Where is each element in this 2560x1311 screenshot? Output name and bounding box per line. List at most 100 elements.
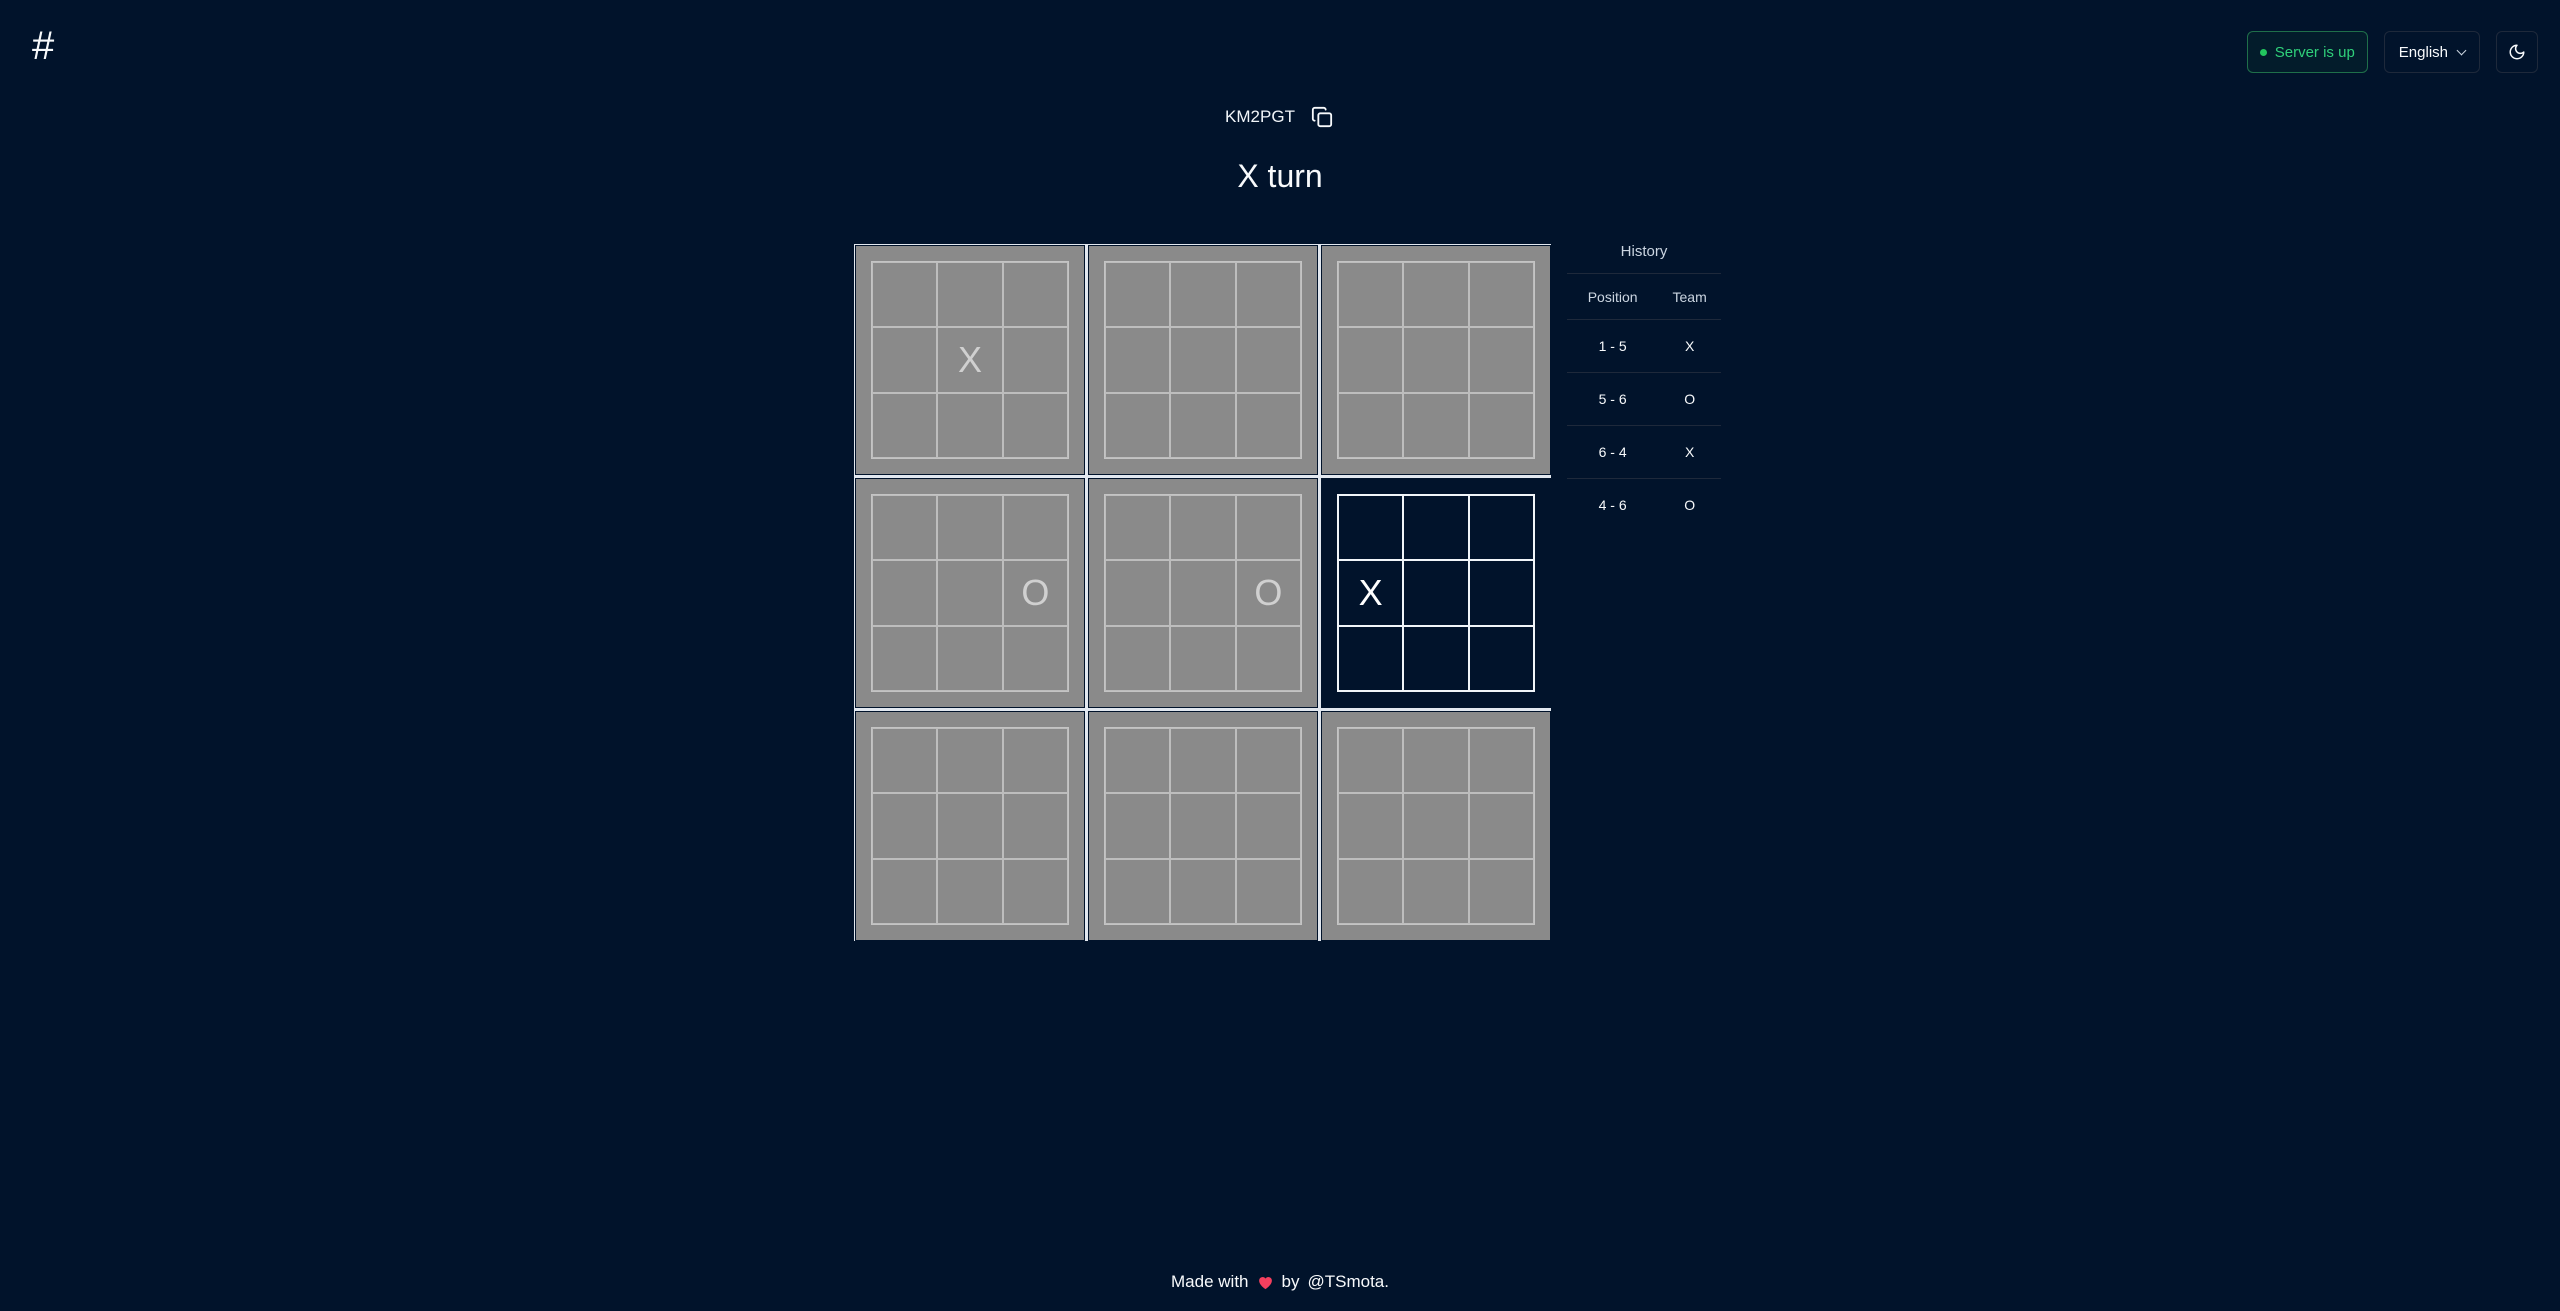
board-5-cell-2[interactable]: [1170, 495, 1236, 561]
board-4-cell-3[interactable]: [1002, 495, 1068, 561]
board-9-cell-4[interactable]: [1338, 793, 1404, 859]
history-caption: History: [1620, 243, 1668, 260]
board-7-cell-1[interactable]: [872, 728, 938, 794]
server-status-badge: Server is up: [2246, 31, 2368, 73]
small-grid: [1104, 261, 1302, 459]
board-7-cell-5[interactable]: [937, 793, 1003, 859]
board-3-cell-4[interactable]: [1338, 327, 1404, 393]
board-1-cell-4[interactable]: [872, 327, 938, 393]
board-2-cell-3[interactable]: [1235, 262, 1301, 328]
board-5-cell-9[interactable]: [1235, 625, 1301, 691]
board-1-cell-1[interactable]: [872, 262, 938, 328]
language-select[interactable]: English: [2383, 31, 2480, 73]
small-grid: [1337, 261, 1535, 459]
board-2-cell-4[interactable]: [1105, 327, 1171, 393]
board-6-cell-6[interactable]: [1468, 560, 1534, 626]
board-2-cell-9[interactable]: [1235, 392, 1301, 458]
small-grid: X: [871, 261, 1069, 459]
board-6-cell-5[interactable]: [1403, 560, 1469, 626]
board-6-cell-3[interactable]: [1468, 495, 1534, 561]
board-5-cell-6[interactable]: O: [1235, 560, 1301, 626]
board-5-cell-1[interactable]: [1105, 495, 1171, 561]
chevron-down-icon: [2456, 45, 2467, 55]
board-6-cell-7[interactable]: [1338, 625, 1404, 691]
board-3-cell-1[interactable]: [1338, 262, 1404, 328]
board-9-cell-8[interactable]: [1403, 858, 1469, 924]
board-3-cell-9[interactable]: [1468, 392, 1534, 458]
board-7-cell-6[interactable]: [1002, 793, 1068, 859]
board-2-cell-5[interactable]: [1170, 327, 1236, 393]
board-4-cell-2[interactable]: [937, 495, 1003, 561]
board-6-cell-8[interactable]: [1403, 625, 1469, 691]
board-3-cell-5[interactable]: [1403, 327, 1469, 393]
board-4-cell-1[interactable]: [872, 495, 938, 561]
board-7-cell-7[interactable]: [872, 858, 938, 924]
board-6-cell-1[interactable]: [1338, 495, 1404, 561]
board-4-cell-7[interactable]: [872, 625, 938, 691]
board-3-cell-2[interactable]: [1403, 262, 1469, 328]
board-5-cell-5[interactable]: [1170, 560, 1236, 626]
footer-made-with: Made with: [1171, 1272, 1249, 1291]
board-7-cell-9[interactable]: [1002, 858, 1068, 924]
board-1-cell-8[interactable]: [937, 392, 1003, 458]
board-3-cell-8[interactable]: [1403, 392, 1469, 458]
app-logo[interactable]: #: [32, 26, 62, 66]
board-8-cell-9[interactable]: [1235, 858, 1301, 924]
board-9-cell-1[interactable]: [1338, 728, 1404, 794]
board-7-cell-8[interactable]: [937, 858, 1003, 924]
board-1-cell-7[interactable]: [872, 392, 938, 458]
board-1-cell-3[interactable]: [1002, 262, 1068, 328]
board-7: [855, 711, 1085, 941]
board-1-cell-9[interactable]: [1002, 392, 1068, 458]
board-2-cell-1[interactable]: [1105, 262, 1171, 328]
history-team: X: [1658, 319, 1721, 373]
board-3-cell-6[interactable]: [1468, 327, 1534, 393]
board-5-cell-4[interactable]: [1105, 560, 1171, 626]
board-8-cell-5[interactable]: [1170, 793, 1236, 859]
board-7-cell-2[interactable]: [937, 728, 1003, 794]
board-4-cell-8[interactable]: [937, 625, 1003, 691]
language-value: English: [2398, 43, 2448, 61]
board-7-cell-4[interactable]: [872, 793, 938, 859]
author-link[interactable]: @TSmota.: [1307, 1272, 1389, 1292]
copy-room-code-button[interactable]: [1309, 104, 1335, 130]
board-4-cell-6[interactable]: O: [1002, 560, 1068, 626]
board-1-cell-6[interactable]: [1002, 327, 1068, 393]
board-5-cell-8[interactable]: [1170, 625, 1236, 691]
history-table: Position Team 1 - 5 X 5 - 6 O 6 - 4 X 4 …: [1567, 273, 1721, 532]
board-9-cell-7[interactable]: [1338, 858, 1404, 924]
board-4-cell-4[interactable]: [872, 560, 938, 626]
board-2-cell-2[interactable]: [1170, 262, 1236, 328]
board-8-cell-2[interactable]: [1170, 728, 1236, 794]
board-2-cell-8[interactable]: [1170, 392, 1236, 458]
board-5-cell-3[interactable]: [1235, 495, 1301, 561]
theme-toggle-button[interactable]: [2496, 31, 2538, 73]
board-5-cell-7[interactable]: [1105, 625, 1171, 691]
board-4-cell-5[interactable]: [937, 560, 1003, 626]
board-9-cell-6[interactable]: [1468, 793, 1534, 859]
board-2-cell-6[interactable]: [1235, 327, 1301, 393]
board-8-cell-4[interactable]: [1105, 793, 1171, 859]
board-6-cell-2[interactable]: [1403, 495, 1469, 561]
board-2-cell-7[interactable]: [1105, 392, 1171, 458]
board-1-cell-5[interactable]: X: [937, 327, 1003, 393]
board-4-cell-9[interactable]: [1002, 625, 1068, 691]
board-7-cell-3[interactable]: [1002, 728, 1068, 794]
board-9-cell-2[interactable]: [1403, 728, 1469, 794]
board-9-cell-5[interactable]: [1403, 793, 1469, 859]
history-team: X: [1658, 425, 1721, 479]
board-9-cell-3[interactable]: [1468, 728, 1534, 794]
board-6-cell-4[interactable]: X: [1338, 560, 1404, 626]
board-8-cell-1[interactable]: [1105, 728, 1171, 794]
board-8-cell-6[interactable]: [1235, 793, 1301, 859]
history-position: 5 - 6: [1567, 372, 1659, 426]
board-8-cell-7[interactable]: [1105, 858, 1171, 924]
board-5: O: [1088, 478, 1318, 708]
board-8-cell-3[interactable]: [1235, 728, 1301, 794]
board-6-cell-9[interactable]: [1468, 625, 1534, 691]
board-3-cell-3[interactable]: [1468, 262, 1534, 328]
board-8-cell-8[interactable]: [1170, 858, 1236, 924]
board-3-cell-7[interactable]: [1338, 392, 1404, 458]
board-9-cell-9[interactable]: [1468, 858, 1534, 924]
board-1-cell-2[interactable]: [937, 262, 1003, 328]
